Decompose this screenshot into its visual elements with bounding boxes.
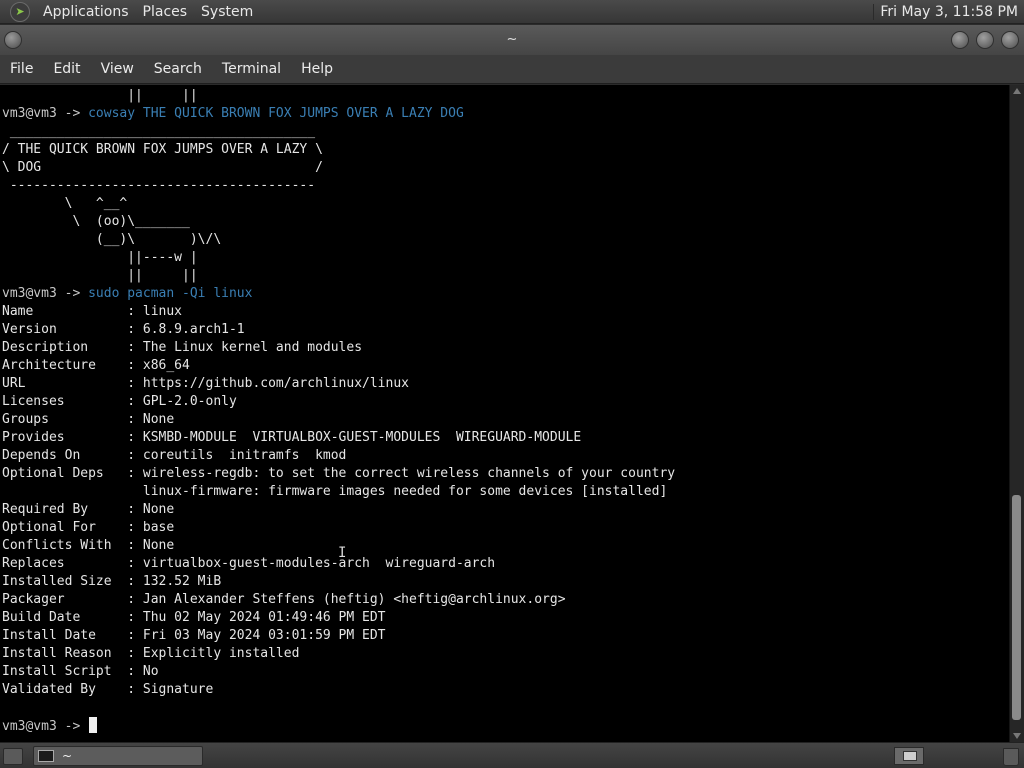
output-line: Architecture : x86_64 (2, 358, 190, 373)
menu-view[interactable]: View (91, 61, 144, 77)
desktop: ➤ Applications Places System Fri May 3, … (0, 0, 1024, 768)
menubar: File Edit View Search Terminal Help (0, 55, 1024, 84)
shell-prompt: vm3@vm3 -> (2, 286, 89, 301)
output-line: URL : https://github.com/archlinux/linux (2, 376, 409, 391)
output-line: Install Date : Fri 03 May 2024 03:01:59 … (2, 628, 386, 643)
output-line: \ DOG / (2, 160, 323, 175)
prompt-line: vm3@vm3 -> cowsay THE QUICK BROWN FOX JU… (2, 105, 464, 123)
scroll-down-icon[interactable] (1013, 733, 1021, 739)
panel-menu-places[interactable]: Places (136, 4, 195, 20)
distro-logo-icon[interactable]: ➤ (10, 1, 30, 22)
output-line: Groups : None (2, 412, 175, 427)
output-line: / THE QUICK BROWN FOX JUMPS OVER A LAZY … (2, 142, 323, 157)
terminal-scrollbar[interactable] (1009, 85, 1024, 742)
output-line: Provides : KSMBD-MODULE VIRTUALBOX-GUEST… (2, 430, 582, 445)
shell-prompt: vm3@vm3 -> (2, 719, 89, 734)
window-titlebar[interactable]: ~ (0, 25, 1024, 55)
output-line: _______________________________________ (2, 124, 316, 139)
shell-prompt: vm3@vm3 -> (2, 106, 89, 121)
shell-command: cowsay THE QUICK BROWN FOX JUMPS OVER A … (88, 106, 464, 121)
workspace-switcher[interactable] (894, 747, 924, 765)
output-line: Replaces : virtualbox-guest-modules-arch… (2, 556, 496, 571)
panel-menu-system[interactable]: System (194, 4, 260, 20)
panel-menu-applications[interactable]: Applications (36, 4, 136, 20)
output-line: Depends On : coreutils initramfs kmod (2, 448, 347, 463)
terminal-icon (38, 750, 54, 762)
output-line: linux-firmware: firmware images needed f… (2, 484, 668, 499)
output-line: \ ^__^ (2, 196, 128, 211)
output-line: || || (2, 88, 198, 103)
bottom-panel: ~ (0, 742, 1024, 768)
scroll-thumb[interactable] (1012, 495, 1021, 720)
output-line: Installed Size : 132.52 MiB (2, 574, 222, 589)
output-line: Build Date : Thu 02 May 2024 01:49:46 PM… (2, 610, 386, 625)
output-line: Optional For : base (2, 520, 175, 535)
output-line: Licenses : GPL-2.0-only (2, 394, 237, 409)
clock[interactable]: Fri May 3, 11:58 PM (873, 3, 1024, 20)
output-line: --------------------------------------- (2, 178, 316, 193)
text-cursor[interactable] (89, 717, 98, 733)
scroll-up-icon[interactable] (1013, 88, 1021, 94)
show-desktop-icon[interactable] (3, 748, 23, 765)
prompt-line: vm3@vm3 -> sudo pacman -Qi linux (2, 285, 252, 303)
output-line: Conflicts With : None (2, 538, 175, 553)
close-icon[interactable] (1001, 31, 1019, 49)
output-line: Version : 6.8.9.arch1-1 (2, 322, 245, 337)
output-line: Install Reason : Explicitly installed (2, 646, 300, 661)
output-line: (__)\ )\/\ (2, 232, 222, 247)
maximize-icon[interactable] (976, 31, 994, 49)
output-line: Name : linux (2, 304, 183, 319)
output-line: \ (oo)\_______ (2, 214, 190, 229)
workspace-window-icon (903, 751, 917, 761)
menu-search[interactable]: Search (144, 61, 212, 77)
terminal-output[interactable]: I || || vm3@vm3 -> cowsay THE QUICK BROWN… (0, 85, 1009, 742)
menu-terminal[interactable]: Terminal (212, 61, 291, 77)
output-line: Validated By : Signature (2, 682, 214, 697)
output-line: Optional Deps : wireless-regdb: to set t… (2, 466, 676, 481)
output-line: ||----w | (2, 250, 198, 265)
menu-file[interactable]: File (0, 61, 43, 77)
output-line: Packager : Jan Alexander Steffens (hefti… (2, 592, 566, 607)
output-line: Install Script : No (2, 664, 159, 679)
output-line: || || (2, 268, 198, 283)
taskbar-terminal-button[interactable]: ~ (33, 746, 203, 766)
minimize-icon[interactable] (951, 31, 969, 49)
shell-command: sudo pacman -Qi linux (88, 286, 253, 301)
menu-help[interactable]: Help (291, 61, 343, 77)
window-title: ~ (506, 32, 518, 47)
menu-edit[interactable]: Edit (43, 61, 90, 77)
prompt-line: vm3@vm3 -> (2, 717, 98, 735)
output-line: Required By : None (2, 502, 175, 517)
trash-icon[interactable] (1003, 748, 1019, 766)
taskbar-terminal-label: ~ (62, 749, 73, 763)
top-panel: ➤ Applications Places System Fri May 3, … (0, 0, 1024, 24)
output-line: Description : The Linux kernel and modul… (2, 340, 363, 355)
